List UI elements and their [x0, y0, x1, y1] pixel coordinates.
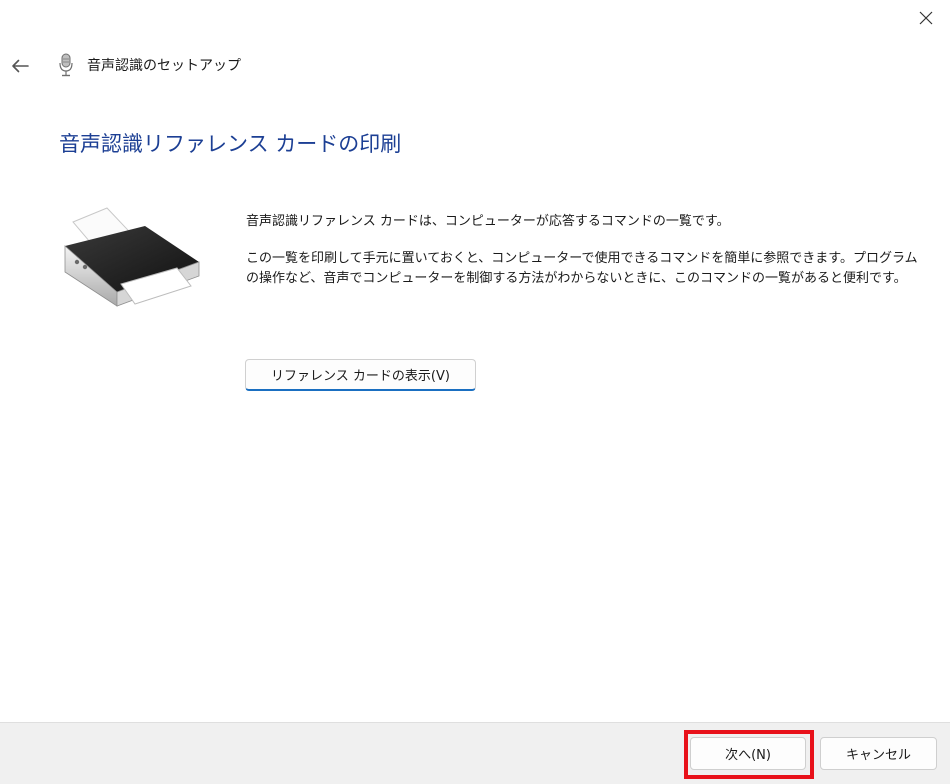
- microphone-icon: [59, 53, 73, 77]
- show-reference-card-button[interactable]: リファレンス カードの表示(V): [245, 359, 476, 391]
- description-paragraph-1: 音声認識リファレンス カードは、コンピューターが応答するコマンドの一覧です。: [246, 214, 730, 229]
- back-arrow-icon: [12, 59, 29, 73]
- window-title: 音声認識のセットアップ: [87, 58, 241, 74]
- close-icon: [919, 11, 933, 25]
- page-title: 音声認識リファレンス カードの印刷: [59, 132, 402, 156]
- printer-icon: [64, 207, 200, 307]
- close-button[interactable]: [902, 0, 950, 36]
- description: 音声認識リファレンス カードは、コンピューターが応答するコマンドの一覧です。 こ…: [246, 212, 921, 289]
- cancel-button[interactable]: キャンセル: [820, 737, 937, 770]
- description-paragraph-2: この一覧を印刷して手元に置いておくと、コンピューターで使用できるコマンドを簡単に…: [246, 251, 918, 286]
- next-button[interactable]: 次へ(N): [690, 737, 806, 770]
- back-button[interactable]: [4, 50, 36, 82]
